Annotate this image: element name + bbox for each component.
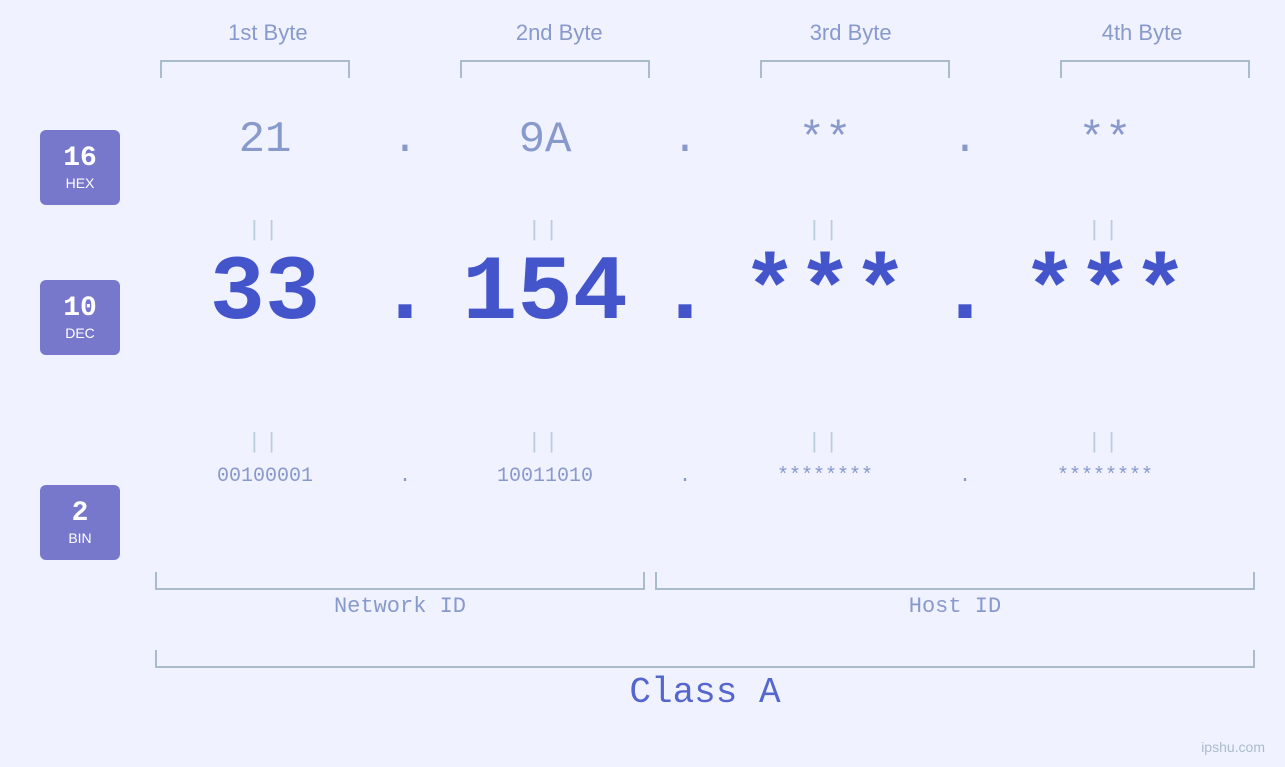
byte-header-2: 2nd Byte bbox=[449, 20, 669, 46]
dec-val-2: 154 bbox=[435, 248, 655, 340]
dec-val-4: *** bbox=[995, 248, 1215, 340]
hex-badge: 16 HEX bbox=[40, 115, 120, 220]
host-id-label: Host ID bbox=[655, 594, 1255, 619]
bracket-top-3 bbox=[760, 60, 950, 78]
byte-header-3: 3rd Byte bbox=[741, 20, 961, 46]
dec-dot-1: . bbox=[375, 248, 435, 340]
bin-val-1: 00100001 bbox=[155, 465, 375, 488]
bottom-brackets bbox=[155, 572, 1255, 590]
hex-val-3: ** bbox=[715, 115, 935, 165]
hex-values-row: 21 . 9A . ** . ** bbox=[155, 115, 1255, 165]
bracket-top-2 bbox=[460, 60, 650, 78]
class-label: Class A bbox=[155, 672, 1255, 713]
bracket-top-4 bbox=[1060, 60, 1250, 78]
id-labels: Network ID Host ID bbox=[155, 594, 1255, 619]
bin-dot-1: . bbox=[375, 465, 435, 488]
bracket-top-1 bbox=[160, 60, 350, 78]
dec-dot-2: . bbox=[655, 248, 715, 340]
bin-val-4: ******** bbox=[995, 465, 1215, 488]
main-page: 1st Byte 2nd Byte 3rd Byte 4th Byte 16 H… bbox=[0, 0, 1285, 767]
bin-badge: 2 BIN bbox=[40, 470, 120, 575]
hex-val-1: 21 bbox=[155, 115, 375, 165]
hex-dot-3: . bbox=[935, 115, 995, 165]
dec-dot-3: . bbox=[935, 248, 995, 340]
dec-values-row: 33 . 154 . *** . *** bbox=[155, 248, 1255, 340]
bin-dot-3: . bbox=[935, 465, 995, 488]
bracket-network bbox=[155, 572, 645, 590]
byte-header-4: 4th Byte bbox=[1032, 20, 1252, 46]
hex-val-2: 9A bbox=[435, 115, 655, 165]
bin-val-3: ******** bbox=[715, 465, 935, 488]
bin-val-2: 10011010 bbox=[435, 465, 655, 488]
bracket-host bbox=[655, 572, 1255, 590]
class-bracket bbox=[155, 650, 1255, 668]
network-id-label: Network ID bbox=[155, 594, 645, 619]
hex-dot-2: . bbox=[655, 115, 715, 165]
dec-val-3: *** bbox=[715, 248, 935, 340]
sep2-row: || || || || bbox=[155, 430, 1255, 455]
bin-values-row: 00100001 . 10011010 . ******** . *******… bbox=[155, 465, 1255, 488]
watermark: ipshu.com bbox=[1201, 739, 1265, 755]
bin-dot-2: . bbox=[655, 465, 715, 488]
dec-badge: 10 DEC bbox=[40, 265, 120, 370]
byte-header-1: 1st Byte bbox=[158, 20, 378, 46]
dec-val-1: 33 bbox=[155, 248, 375, 340]
hex-val-4: ** bbox=[995, 115, 1215, 165]
hex-dot-1: . bbox=[375, 115, 435, 165]
sep1-row: || || || || bbox=[155, 218, 1255, 243]
